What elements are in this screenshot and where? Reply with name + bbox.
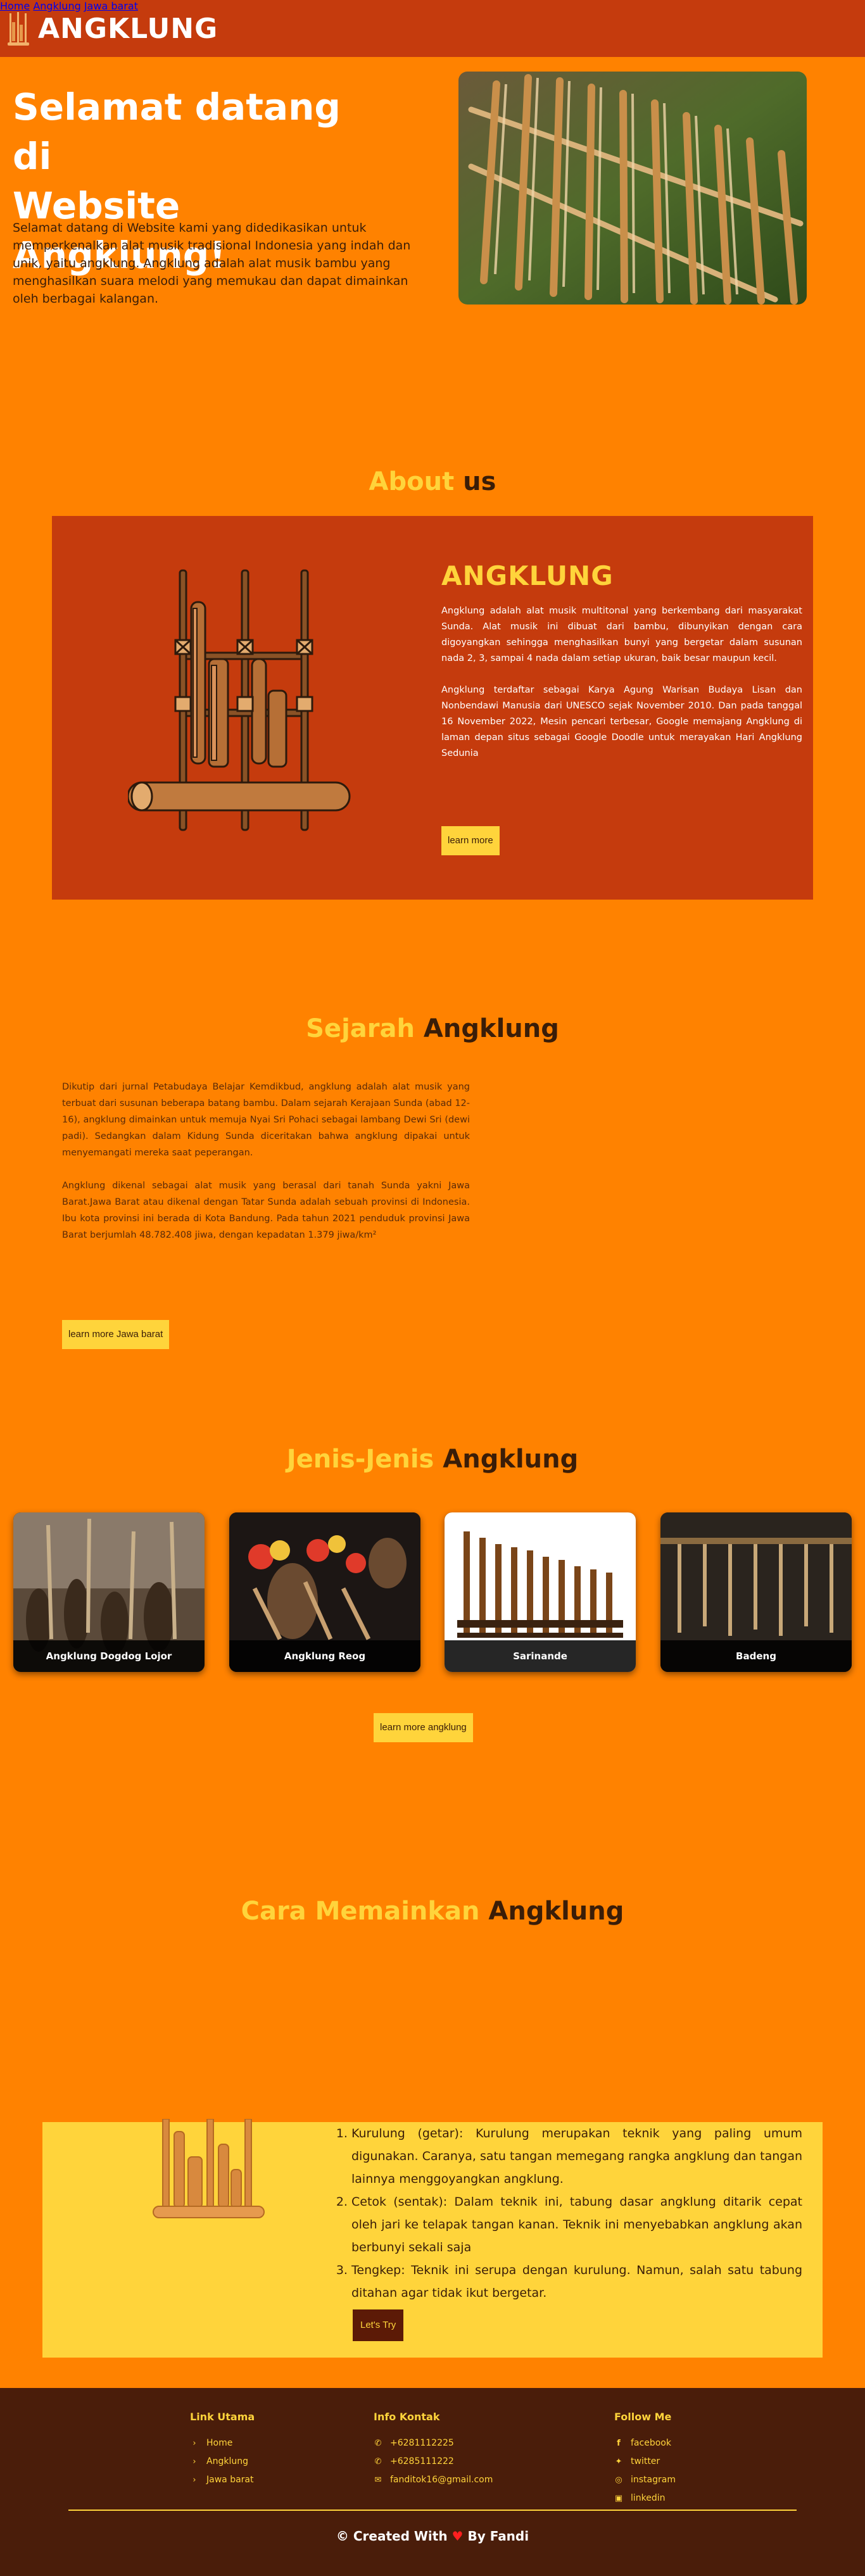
learn-more-angklung-button[interactable]: learn more angklung <box>374 1713 473 1742</box>
angklung-illustration <box>128 569 351 831</box>
instagram-icon: ◎ <box>615 2475 622 2485</box>
about-learn-more-button[interactable]: learn more <box>441 826 500 855</box>
about-heading: ANGKLUNG <box>441 560 614 591</box>
card-label-badeng: Badeng <box>660 1640 852 1672</box>
sejarah-paragraph-2: Angklung dikenal sebagai alat musik yang… <box>62 1181 470 1240</box>
footer-link-angklung[interactable]: › Angklung <box>190 2453 255 2471</box>
about-card: ANGKLUNG Angklung adalah alat musik mult… <box>52 516 813 900</box>
site-footer: Link Utama › Home › Angklung › Jawa barat I… <box>0 2388 865 2576</box>
footer-linkedin-label: linkedin <box>631 2493 666 2503</box>
footer-contact-column: Info Kontak ✆ +6281112225 ✆ +6285111222 ✉ f… <box>374 2411 493 2489</box>
cara-step-3: Tengkep: Teknik ini serupa dengan kurulu… <box>351 2259 802 2304</box>
footer-phone-2[interactable]: ✆ +6285111222 <box>374 2453 493 2471</box>
footer-instagram-link[interactable]: ◎ instagram <box>614 2471 676 2489</box>
footer-email-label: fanditok16@gmail.com <box>390 2475 493 2485</box>
card-angklung-dogdog-lojor[interactable]: Angklung Dogdog Lojor <box>13 1512 205 1672</box>
cara-card: Kurulung (getar): Kurulung merupakan tek… <box>42 2119 823 2358</box>
about-title-a: About <box>369 467 455 496</box>
sejarah-text: Dikutip dari jurnal Petabudaya Belajar K… <box>62 1079 470 1243</box>
angklung-logo-icon <box>8 12 29 46</box>
cara-section-title: Cara Memainkan Angklung <box>0 1897 865 1926</box>
learn-more-jawa-barat-button[interactable]: learn more Jawa barat <box>62 1320 170 1349</box>
about-text: Angklung adalah alat musik multitonal ya… <box>441 603 802 762</box>
footer-linkedin-link[interactable]: ▣ linkedin <box>614 2489 676 2508</box>
card-label-dogdog-lojor: Angklung Dogdog Lojor <box>13 1640 205 1672</box>
card-badeng[interactable]: Badeng <box>660 1512 852 1672</box>
footer-social-title: Follow Me <box>614 2411 672 2423</box>
sejarah-title-b: Angklung <box>423 1014 559 1043</box>
facebook-icon: f <box>617 2439 621 2448</box>
hero-angklung-image <box>458 72 807 305</box>
site-header: ANGKLUNG Home Angklung Jawa barat <box>0 0 865 57</box>
linkedin-icon: ▣ <box>614 2494 623 2503</box>
chevron-right-icon: › <box>193 2439 196 2448</box>
footer-phone-1[interactable]: ✆ +6281112225 <box>374 2434 493 2453</box>
about-paragraph-1: Angklung adalah alat musik multitonal ya… <box>441 606 802 663</box>
footer-copy-a: © Created With <box>336 2529 448 2544</box>
jenis-section-title: Jenis-Jenis Angklung <box>0 1445 865 1474</box>
jenis-title-a: Jenis-Jenis <box>286 1445 434 1474</box>
footer-divider <box>68 2510 797 2511</box>
cara-title-b: Angklung <box>488 1897 624 1926</box>
sejarah-paragraph-1: Dikutip dari jurnal Petabudaya Belajar K… <box>62 1082 470 1158</box>
hero-text: Selamat datang di Website kami yang dide… <box>13 221 411 306</box>
footer-link-jawa-barat-label: Jawa barat <box>206 2475 254 2485</box>
footer-instagram-label: instagram <box>631 2475 676 2485</box>
footer-contact-title: Info Kontak <box>374 2411 440 2423</box>
footer-copy-b: By Fandi <box>467 2529 529 2544</box>
logo-text: ANGKLUNG <box>38 12 218 45</box>
heart-icon: ♥ <box>451 2529 464 2544</box>
footer-phone-1-label: +6281112225 <box>390 2438 454 2448</box>
about-paragraph-2: Angklung terdaftar sebagai Karya Agung W… <box>441 685 802 758</box>
cara-step-1: Kurulung (getar): Kurulung merupakan tek… <box>351 2122 802 2190</box>
phone-icon: ✆ <box>374 2457 382 2466</box>
sejarah-section-title: Sejarah Angklung <box>0 1014 865 1043</box>
cara-step-2: Cetok (sentak): Dalam teknik ini, tabung… <box>351 2190 802 2259</box>
card-sarinande[interactable]: Sarinande <box>445 1512 636 1672</box>
card-label-reog: Angklung Reog <box>229 1640 420 1672</box>
lets-try-button[interactable]: Let's Try <box>353 2309 404 2341</box>
footer-email[interactable]: ✉ fanditok16@gmail.com <box>374 2471 493 2489</box>
footer-link-angklung-label: Angklung <box>206 2456 248 2466</box>
about-section-title: About us <box>0 467 865 496</box>
cara-steps-list: Kurulung (getar): Kurulung merupakan tek… <box>334 2122 802 2304</box>
footer-link-home-label: Home <box>206 2438 233 2448</box>
logo[interactable]: ANGKLUNG <box>8 9 218 48</box>
hero-angklung-photo <box>458 72 807 305</box>
about-title-b: us <box>463 467 496 496</box>
footer-links-title: Link Utama <box>190 2411 255 2423</box>
footer-facebook-link[interactable]: f facebook <box>614 2434 676 2453</box>
footer-twitter-link[interactable]: ✦ twitter <box>614 2453 676 2471</box>
chevron-right-icon: › <box>193 2475 196 2485</box>
footer-phone-2-label: +6285111222 <box>390 2456 454 2466</box>
footer-link-home[interactable]: › Home <box>190 2434 255 2453</box>
footer-links-column: Link Utama › Home › Angklung › Jawa barat <box>190 2411 255 2489</box>
hero-title-line1: Selamat datang di <box>13 85 341 178</box>
footer-facebook-label: facebook <box>631 2438 671 2448</box>
phone-icon: ✆ <box>374 2439 382 2448</box>
cara-angklung-illustration <box>153 2119 265 2218</box>
envelope-icon: ✉ <box>374 2475 382 2485</box>
sejarah-title-a: Sejarah <box>306 1014 415 1043</box>
card-angklung-reog[interactable]: Angklung Reog <box>229 1512 420 1672</box>
footer-twitter-label: twitter <box>631 2456 660 2466</box>
footer-social-column: Follow Me f facebook ✦ twitter ◎ instagram … <box>614 2411 676 2508</box>
footer-link-jawa-barat[interactable]: › Jawa barat <box>190 2471 255 2489</box>
jenis-title-b: Angklung <box>443 1445 579 1474</box>
twitter-icon: ✦ <box>615 2457 622 2466</box>
footer-copyright: © Created With ♥ By Fandi <box>0 2529 865 2544</box>
cara-title-a: Cara Memainkan <box>241 1897 480 1926</box>
card-label-sarinande: Sarinande <box>445 1640 636 1672</box>
chevron-right-icon: › <box>193 2457 196 2466</box>
